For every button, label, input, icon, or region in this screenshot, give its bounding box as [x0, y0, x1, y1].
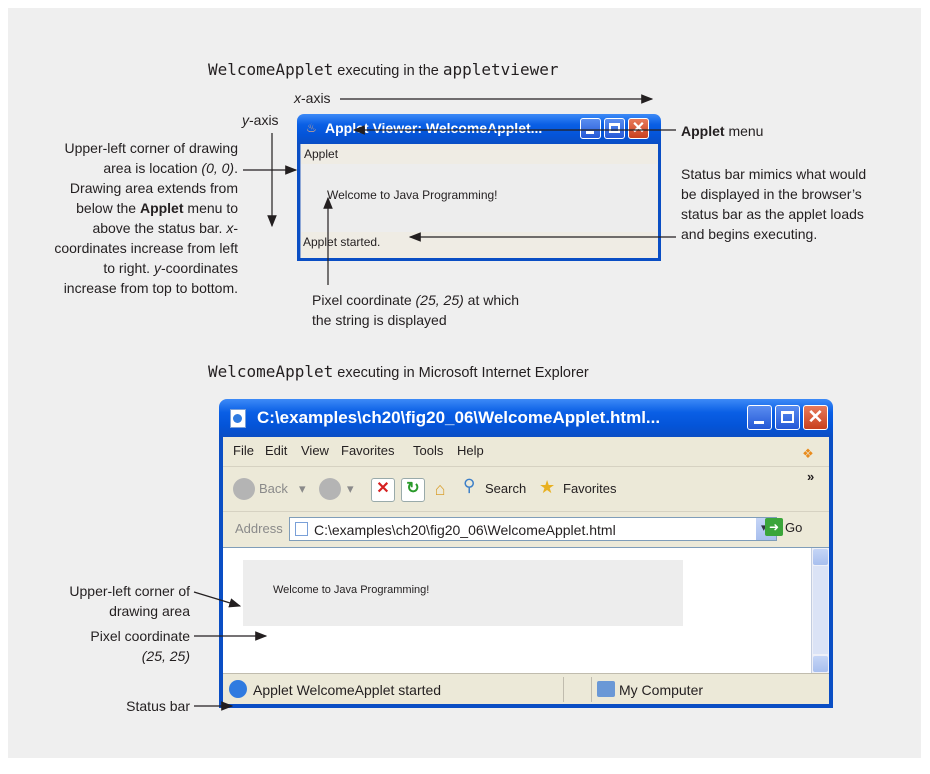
bottom-caption-rest: executing in Microsoft Internet Explorer [333, 365, 589, 381]
ann-line-5: above the status bar. x- [92, 220, 238, 236]
applet-viewer-window: ♨ Applet Viewer: WelcomeApplet... ✕ Appl… [297, 114, 661, 261]
scroll-thumb[interactable] [813, 566, 828, 654]
ie-content-area: Welcome to Java Programming! [223, 547, 829, 673]
ann-line-8: increase from top to bottom. [63, 280, 238, 296]
ie-status-note: Status bar [126, 698, 190, 714]
upper-left-annotation: Upper-left corner of drawing area is loc… [14, 138, 238, 298]
ie-toolbar: Back ▾ ▾ ✕ ↻ ⌂ ⚲ Search ★ Favorites » [223, 467, 829, 512]
ie-minimize-button[interactable] [747, 405, 772, 430]
back-label[interactable]: Back [259, 481, 288, 496]
ie-status-text: Applet WelcomeApplet started [253, 682, 442, 698]
ie-window: C:\examples\ch20\fig20_06\WelcomeApplet.… [219, 399, 833, 708]
ann-line-7: to right. y-coordinates [103, 260, 238, 276]
ie-upper-left-note: Upper-left corner of drawing area [69, 583, 190, 619]
ie-frame-right [829, 437, 833, 708]
ie-title: C:\examples\ch20\fig20_06\WelcomeApplet.… [257, 408, 661, 427]
home-icon[interactable]: ⌂ [429, 478, 451, 500]
stop-icon[interactable]: ✕ [371, 478, 395, 502]
ie-maximize-button[interactable] [775, 405, 800, 430]
top-caption: WelcomeApplet executing in the appletvie… [208, 60, 558, 79]
applet-welcome-text: Welcome to Java Programming! [327, 188, 498, 202]
menu-help[interactable]: Help [457, 443, 484, 458]
bottom-caption-code: WelcomeApplet [208, 362, 334, 381]
forward-dropdown-icon[interactable]: ▾ [347, 481, 354, 497]
y-axis-var: y [242, 112, 249, 128]
java-icon: ♨ [306, 121, 317, 135]
search-icon[interactable]: ⚲ [463, 476, 475, 496]
menu-edit[interactable]: Edit [265, 443, 287, 458]
status-divider [591, 677, 592, 702]
applet-viewer-title: Applet Viewer: WelcomeApplet... [325, 120, 543, 136]
frame-left [297, 144, 300, 261]
close-button[interactable]: ✕ [628, 118, 649, 139]
y-axis-suffix: -axis [249, 112, 279, 128]
x-axis-var: x [294, 90, 301, 106]
go-icon[interactable]: ➜ [765, 518, 783, 536]
toolbar-more[interactable]: » [807, 469, 814, 484]
applet-viewer-titlebar[interactable]: ♨ Applet Viewer: WelcomeApplet... ✕ [297, 114, 661, 144]
bottom-caption: WelcomeApplet executing in Microsoft Int… [208, 362, 589, 381]
applet-menu-callout: Applet menu [681, 123, 764, 139]
ie-frame-bottom [219, 704, 833, 708]
y-axis-label: y-axis [242, 110, 279, 130]
ie-menu-bar: File Edit View Favorites Tools Help ❖ [223, 437, 829, 467]
scroll-down-icon[interactable] [813, 656, 828, 672]
menu-view[interactable]: View [301, 443, 329, 458]
windows-logo-icon: ❖ [802, 446, 814, 461]
back-dropdown-icon[interactable]: ▾ [299, 481, 306, 497]
ann-line-1: Upper-left corner of drawing [64, 140, 238, 156]
address-url[interactable]: C:\examples\ch20\fig20_06\WelcomeApplet.… [314, 522, 616, 538]
vertical-scrollbar[interactable] [811, 548, 829, 673]
x-axis-suffix: -axis [301, 90, 331, 106]
search-label[interactable]: Search [485, 481, 526, 496]
ie-pixel-note: Pixel coordinate (25, 25) [90, 628, 190, 664]
ie-status-bar: Applet WelcomeApplet started My Computer [223, 673, 829, 705]
ann-line-2: area is location (0, 0). [103, 160, 238, 176]
ann-line-6: coordinates increase from left [54, 240, 238, 256]
computer-icon [597, 681, 615, 697]
top-caption-mid: executing in the [333, 63, 443, 79]
frame-bottom [297, 258, 661, 261]
ie-status-icon [229, 680, 247, 698]
ann-line-3: Drawing area extends from [69, 180, 238, 196]
go-button[interactable]: Go [785, 520, 802, 535]
x-axis-label: x-axis [294, 88, 331, 108]
applet-status-text: Applet started. [303, 235, 381, 249]
favorites-label[interactable]: Favorites [563, 481, 616, 496]
top-caption-code2: appletviewer [442, 60, 559, 79]
pixel-coordinate-note: Pixel coordinate (25, 25) at which the s… [312, 292, 520, 328]
applet-menu[interactable]: Applet [304, 147, 338, 161]
maximize-button[interactable] [604, 118, 625, 139]
ie-close-button[interactable]: ✕ [803, 405, 828, 430]
address-label: Address [235, 521, 283, 536]
frame-right [658, 144, 661, 261]
favorites-icon[interactable]: ★ [539, 477, 555, 498]
refresh-icon[interactable]: ↻ [401, 478, 425, 502]
ie-client: File Edit View Favorites Tools Help ❖ Ba… [223, 437, 829, 705]
page-icon [295, 522, 308, 536]
zone-label: My Computer [619, 682, 704, 698]
top-caption-code: WelcomeApplet [208, 60, 334, 79]
menu-file[interactable]: File [233, 443, 254, 458]
address-field[interactable]: C:\examples\ch20\fig20_06\WelcomeApplet.… [289, 517, 777, 541]
ie-titlebar[interactable]: C:\examples\ch20\fig20_06\WelcomeApplet.… [219, 399, 833, 437]
html-page-icon [230, 409, 246, 428]
ie-frame-left [219, 437, 223, 708]
menu-favorites[interactable]: Favorites [341, 443, 394, 458]
ie-address-bar: Address C:\examples\ch20\fig20_06\Welcom… [223, 512, 829, 546]
status-divider [563, 677, 564, 702]
scroll-up-icon[interactable] [813, 549, 828, 565]
menu-tools[interactable]: Tools [413, 443, 443, 458]
back-icon[interactable] [233, 478, 255, 500]
ann-line-4: below the Applet menu to [76, 200, 238, 216]
forward-icon[interactable] [319, 478, 341, 500]
status-bar-note: Status bar mimics what would be displaye… [681, 166, 867, 242]
ie-welcome-text: Welcome to Java Programming! [273, 584, 430, 596]
minimize-button[interactable] [580, 118, 601, 139]
